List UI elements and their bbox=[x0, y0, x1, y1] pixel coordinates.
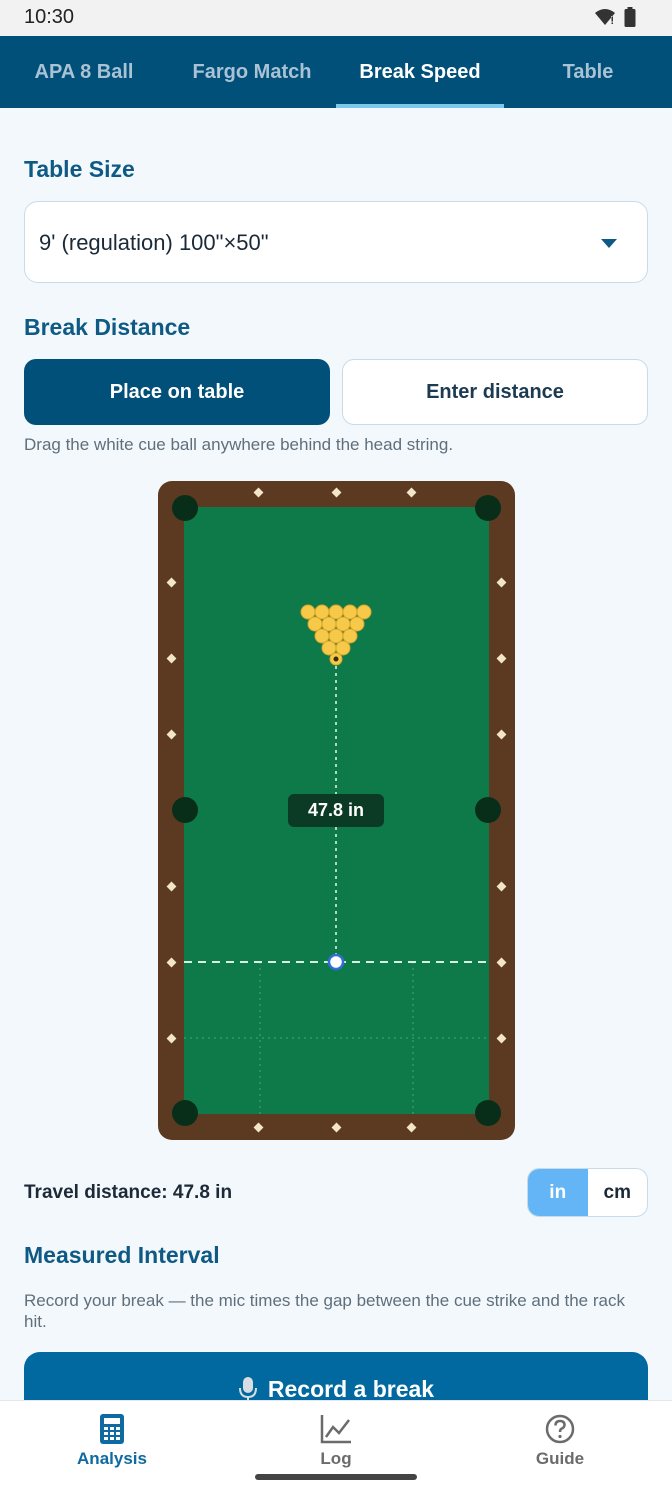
tab-table[interactable]: Table bbox=[504, 36, 672, 108]
bottom-nav: Analysis Log Guide bbox=[0, 1400, 672, 1496]
status-bar: 10:30 bbox=[0, 0, 672, 36]
cue-ball[interactable] bbox=[327, 953, 345, 971]
table-size-select[interactable]: 9' (regulation) 100"×50" bbox=[24, 201, 648, 283]
interval-description: Record your break — the mic times the ga… bbox=[24, 1291, 625, 1331]
line-chart-icon bbox=[320, 1415, 351, 1444]
nav-analysis-label: Analysis bbox=[77, 1449, 147, 1468]
travel-distance: Travel distance: 47.8 in bbox=[24, 1182, 233, 1203]
wifi-icon bbox=[595, 9, 615, 25]
nav-analysis[interactable]: Analysis bbox=[0, 1401, 224, 1496]
chevron-down-icon bbox=[601, 239, 617, 248]
tab-break-speed[interactable]: Break Speed bbox=[336, 36, 504, 108]
table-size-value: 9' (regulation) 100"×50" bbox=[39, 230, 269, 255]
nav-guide[interactable]: Guide bbox=[448, 1401, 672, 1496]
nav-guide-label: Guide bbox=[535, 1449, 585, 1468]
help-circle-icon bbox=[545, 1414, 575, 1444]
apex-marker bbox=[333, 656, 339, 662]
tab-fargo-match[interactable]: Fargo Match bbox=[168, 36, 336, 108]
battery-icon bbox=[624, 7, 636, 27]
calculator-icon bbox=[100, 1414, 124, 1444]
table-size-title: Table Size bbox=[24, 156, 135, 182]
status-time: 10:30 bbox=[24, 6, 75, 28]
tab-apa-8-ball[interactable]: APA 8 Ball bbox=[0, 36, 168, 108]
break-distance-title: Break Distance bbox=[24, 314, 191, 340]
pool-table[interactable]: 47.8 in bbox=[158, 481, 515, 1140]
placement-hint: Drag the white cue ball anywhere behind … bbox=[24, 435, 454, 454]
nav-log-label: Log bbox=[320, 1449, 352, 1468]
unit-cm[interactable]: cm bbox=[588, 1169, 648, 1216]
nav-log[interactable]: Log bbox=[224, 1401, 448, 1496]
unit-toggle: in cm bbox=[527, 1168, 648, 1217]
status-icons bbox=[594, 7, 636, 27]
distance-badge-label: 47.8 in bbox=[307, 800, 365, 820]
place-on-table-button[interactable]: Place on table bbox=[24, 359, 330, 425]
unit-in[interactable]: in bbox=[528, 1169, 588, 1216]
home-indicator bbox=[255, 1474, 417, 1480]
enter-distance-button[interactable]: Enter distance bbox=[342, 359, 648, 425]
top-tabbar: APA 8 Ball Fargo Match Break Speed Table bbox=[0, 36, 672, 108]
measured-interval-title: Measured Interval bbox=[24, 1242, 220, 1268]
